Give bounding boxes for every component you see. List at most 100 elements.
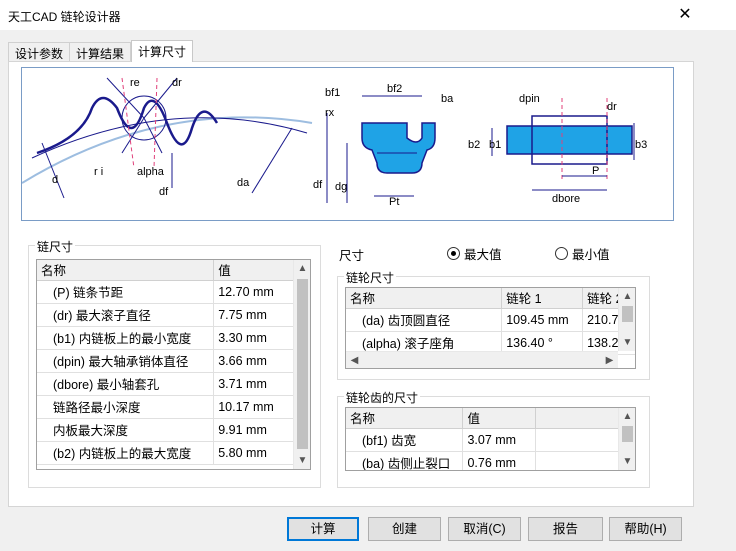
col-header-name[interactable]: 名称 <box>346 288 503 309</box>
radio-min-dot[interactable] <box>555 247 568 260</box>
tab-design-params[interactable]: 设计参数 <box>8 42 71 62</box>
label-pt: Pt <box>389 196 399 208</box>
label-ri: r i <box>94 166 103 178</box>
radio-max[interactable]: 最大值 <box>447 244 502 263</box>
profile-view <box>22 77 313 199</box>
label-dg: dg <box>335 181 347 193</box>
row-value: 3.66 mm <box>213 349 295 373</box>
cancel-button[interactable]: 取消(C) <box>448 517 521 541</box>
table-row[interactable]: (b1) 内链板上的最小宽度 3.30 mm <box>37 326 295 350</box>
radio-min-label: 最小值 <box>572 248 610 262</box>
label-bf1: bf1 <box>325 87 340 99</box>
row-name: 内板最大深度 <box>37 418 215 442</box>
row-value: 3.30 mm <box>213 326 295 350</box>
table-row[interactable]: (dr) 最大滚子直径 7.75 mm <box>37 303 295 327</box>
scroll-thumb[interactable] <box>297 279 308 449</box>
col-header-value[interactable]: 值 <box>462 408 537 429</box>
radio-max-dot[interactable] <box>447 247 460 260</box>
tab-calc-sizes[interactable]: 计算尺寸 <box>131 40 194 62</box>
label-dbore: dbore <box>552 193 580 205</box>
col-header-sprocket1[interactable]: 链轮 1 <box>501 288 584 309</box>
chain-grid-vscrollbar[interactable]: ▲ ▼ <box>293 260 310 469</box>
report-button[interactable]: 报告 <box>528 517 603 541</box>
scroll-up-icon[interactable]: ▲ <box>619 288 635 305</box>
row-name: (bf1) 齿宽 <box>346 428 464 452</box>
scroll-thumb[interactable] <box>622 426 633 442</box>
label-re: re <box>130 77 140 89</box>
label-dr-right: dr <box>607 101 617 113</box>
row-value: 10.17 mm <box>213 395 295 419</box>
table-row[interactable]: (ba) 齿侧止裂口 0.76 mm <box>346 451 620 470</box>
scroll-thumb[interactable] <box>622 306 633 322</box>
table-row[interactable]: 链路径最小深度 10.17 mm <box>37 395 295 419</box>
scroll-down-icon[interactable]: ▼ <box>619 453 635 470</box>
row-value: 0.76 mm <box>462 451 537 470</box>
sprocket-size-legend: 链轮尺寸 <box>344 269 397 286</box>
label-d: d <box>52 174 58 186</box>
table-row[interactable]: (dbore) 最小轴套孔 3.71 mm <box>37 372 295 396</box>
chain-size-legend: 链尺寸 <box>35 238 76 255</box>
sprocket-size-grid[interactable]: 名称 链轮 1 链轮 2 (da) 齿顶圆直径 109.45 mm 210.7 (a… <box>345 287 636 369</box>
label-p: P <box>592 165 599 177</box>
col-header-empty <box>535 408 620 429</box>
table-row[interactable]: (P) 链条节距 12.70 mm <box>37 280 295 304</box>
label-dpin: dpin <box>519 93 540 105</box>
label-b3: b3 <box>635 139 647 151</box>
row-name: (dr) 最大滚子直径 <box>37 303 215 327</box>
row-value-1: 109.45 mm <box>501 308 584 332</box>
scroll-down-icon[interactable]: ▼ <box>619 334 635 351</box>
tooth-size-grid[interactable]: 名称 值 (bf1) 齿宽 3.07 mm (ba) 齿侧止裂口 0.76 mm ▲… <box>345 407 636 471</box>
table-row[interactable]: (bf1) 齿宽 3.07 mm <box>346 428 620 452</box>
sprocket-diagram: re dr d r i alpha df da bf1 bf2 rx ba df… <box>21 67 674 221</box>
tooth-size-legend: 链轮齿的尺寸 <box>344 389 421 406</box>
label-df-left: df <box>159 186 169 198</box>
col-header-name[interactable]: 名称 <box>37 260 215 281</box>
row-value: 7.75 mm <box>213 303 295 327</box>
row-name: (da) 齿顶圆直径 <box>346 308 503 332</box>
size-mode-label: 尺寸 <box>339 249 365 263</box>
help-button[interactable]: 帮助(H) <box>609 517 682 541</box>
row-name: (dpin) 最大轴承销体直径 <box>37 349 215 373</box>
table-row[interactable]: 内板最大深度 9.91 mm <box>37 418 295 442</box>
row-value: 3.71 mm <box>213 372 295 396</box>
scroll-up-icon[interactable]: ▲ <box>294 260 310 277</box>
table-row[interactable]: (dpin) 最大轴承销体直径 3.66 mm <box>37 349 295 373</box>
scroll-down-icon[interactable]: ▼ <box>294 452 310 469</box>
row-name: (P) 链条节距 <box>37 280 215 304</box>
row-name: (b1) 内链板上的最小宽度 <box>37 326 215 350</box>
row-name: (b2) 内链板上的最大宽度 <box>37 441 215 465</box>
sprocket-grid-hscrollbar[interactable]: ◀ ▶ <box>346 351 618 368</box>
calculate-button[interactable]: 计算 <box>287 517 359 541</box>
title-bar: 天工CAD 链轮设计器 ✕ <box>0 0 736 30</box>
label-da: da <box>237 177 250 189</box>
row-value: 5.80 mm <box>213 441 295 465</box>
radio-max-label: 最大值 <box>464 248 502 262</box>
radio-min[interactable]: 最小值 <box>555 244 610 263</box>
dialog-window: 天工CAD 链轮设计器 ✕ 设计参数 计算结果 计算尺寸 re dr d r i… <box>0 0 736 551</box>
label-dr: dr <box>172 77 182 89</box>
row-value: 3.07 mm <box>462 428 537 452</box>
sprocket-grid-vscrollbar[interactable]: ▲ ▼ <box>618 288 635 351</box>
table-row[interactable]: (b2) 内链板上的最大宽度 5.80 mm <box>37 441 295 465</box>
table-row[interactable]: (da) 齿顶圆直径 109.45 mm 210.7 <box>346 308 635 332</box>
col-header-value[interactable]: 值 <box>213 260 295 281</box>
scroll-up-icon[interactable]: ▲ <box>619 408 635 425</box>
label-bf2: bf2 <box>387 83 402 95</box>
tooth-grid-vscrollbar[interactable]: ▲ ▼ <box>618 408 635 470</box>
create-button[interactable]: 创建 <box>368 517 441 541</box>
label-b1: b1 <box>489 139 501 151</box>
label-ba: ba <box>441 93 454 105</box>
col-header-name[interactable]: 名称 <box>346 408 464 429</box>
label-b2: b2 <box>468 139 480 151</box>
scroll-right-icon[interactable]: ▶ <box>601 352 618 368</box>
window-title: 天工CAD 链轮设计器 <box>8 10 121 24</box>
chain-size-grid[interactable]: 名称 值 (P) 链条节距 12.70 mm (dr) 最大滚子直径 7.75 mm… <box>36 259 311 470</box>
diagram-svg: re dr d r i alpha df da bf1 bf2 rx ba df… <box>22 77 647 208</box>
row-name: (dbore) 最小轴套孔 <box>37 372 215 396</box>
row-value: 12.70 mm <box>213 280 295 304</box>
tab-calc-results[interactable]: 计算结果 <box>69 42 132 62</box>
row-name: (ba) 齿侧止裂口 <box>346 451 464 470</box>
close-icon[interactable]: ✕ <box>670 5 700 25</box>
label-df-mid: df <box>313 179 323 191</box>
scroll-left-icon[interactable]: ◀ <box>346 352 363 368</box>
